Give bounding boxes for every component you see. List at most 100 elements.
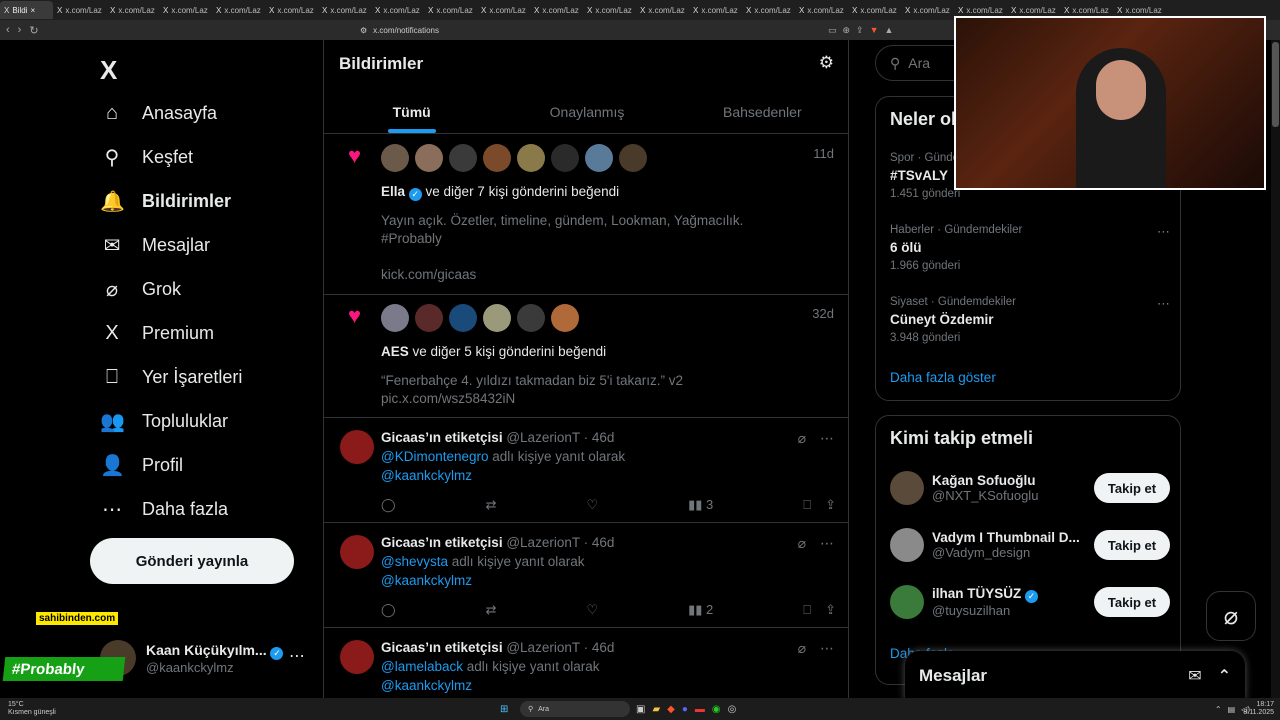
share-icon[interactable]: ⇪: [856, 25, 864, 36]
sidebar-item-yer-i-şaretleri[interactable]: ⎕ Yer İşaretleri: [100, 359, 242, 395]
zoom-icon[interactable]: ⊕: [843, 25, 851, 36]
sidebar-item-profil[interactable]: 👤 Profil: [100, 447, 183, 483]
sidebar-item-bildirimler[interactable]: 🔔 Bildirimler: [100, 183, 231, 219]
expand-icon[interactable]: ⌃: [1218, 666, 1231, 686]
task-view-icon[interactable]: ▣: [636, 704, 645, 715]
grok-icon[interactable]: ⌀: [798, 430, 806, 447]
sidebar-item-grok[interactable]: ⌀ Grok: [100, 271, 181, 307]
avatar[interactable]: [483, 144, 511, 172]
browser-tab[interactable]: Xx.com/Laz: [848, 1, 901, 19]
weather-widget[interactable]: 15°C Kısmen güneşli: [8, 701, 56, 717]
discord-icon[interactable]: ●: [682, 704, 688, 715]
scrollbar-thumb[interactable]: [1272, 42, 1279, 127]
obs-icon[interactable]: ◎: [728, 704, 737, 715]
sidebar-item-topluluklar[interactable]: 👥 Topluluklar: [100, 403, 228, 439]
more-icon[interactable]: ⋯: [820, 640, 834, 657]
browser-tab[interactable]: Xx.com/Laz: [795, 1, 848, 19]
avatar[interactable]: [340, 535, 374, 569]
retweet-icon[interactable]: ⇄: [486, 602, 497, 618]
avatar[interactable]: [890, 528, 924, 562]
browser-tab[interactable]: Xx.com/Laz: [159, 1, 212, 19]
more-icon[interactable]: ⋯: [1157, 224, 1170, 240]
browser-tab[interactable]: Xx.com/Laz: [265, 1, 318, 19]
reply-notification[interactable]: Gicaas’ın etiketçisi @LazerionT · 46d ⌀ ⋯ @…: [324, 418, 848, 523]
grok-fab-icon[interactable]: ⌀: [1206, 591, 1256, 641]
settings-gear-icon[interactable]: ⚙: [819, 53, 834, 73]
page-scrollbar[interactable]: [1271, 40, 1280, 698]
tab-1[interactable]: Onaylanmış: [499, 90, 674, 133]
views[interactable]: ▮▮ 2: [688, 602, 713, 618]
like-icon[interactable]: ♡: [586, 497, 598, 513]
liker-name[interactable]: AES: [381, 344, 409, 359]
sidebar-item-mesajlar[interactable]: ✉ Mesajlar: [100, 227, 210, 263]
avatar[interactable]: [551, 144, 579, 172]
browser-tab[interactable]: Xx.com/Laz: [477, 1, 530, 19]
browser-tab[interactable]: Xx.com/Laz: [424, 1, 477, 19]
more-icon[interactable]: ⋯: [820, 535, 834, 552]
browser-tab[interactable]: Xx.com/Laz: [530, 1, 583, 19]
bookmark-icon[interactable]: ⎕: [803, 497, 811, 513]
reply-notification[interactable]: Gicaas’ın etiketçisi @LazerionT · 46d ⌀ ⋯ @…: [324, 523, 848, 628]
taskbar-search[interactable]: ⚲ Ara: [520, 701, 630, 717]
sidebar-item-premium[interactable]: X Premium: [100, 315, 214, 351]
browser-tab[interactable]: Xx.com/Laz: [742, 1, 795, 19]
avatar[interactable]: [517, 144, 545, 172]
like-notification[interactable]: ♥ 11d Ella ✓ ve diğer 7 kişi gönderini beğ…: [324, 135, 848, 295]
more-icon[interactable]: ⋯: [289, 646, 305, 666]
app-icon[interactable]: ▬: [695, 704, 705, 715]
post-button[interactable]: Gönderi yayınla: [90, 538, 294, 584]
avatar[interactable]: [517, 304, 545, 332]
mention-link[interactable]: @kaankckylmz: [381, 468, 472, 483]
new-message-icon[interactable]: ✉: [1188, 666, 1201, 686]
chat-app-icon[interactable]: ◉: [712, 704, 721, 715]
avatar[interactable]: [415, 144, 443, 172]
mention-link[interactable]: @kaankckylmz: [381, 678, 472, 693]
like-notification[interactable]: ♥ 32d AES ve diğer 5 kişi gönderini beğend…: [324, 295, 848, 418]
follow-button[interactable]: Takip et: [1094, 473, 1170, 503]
windows-start-icon[interactable]: ⊞: [500, 704, 508, 715]
tab-0[interactable]: Tümü: [324, 90, 499, 133]
trend-item[interactable]: Siyaset · Gündemdekiler Cüneyt Özdemir 3.9…: [890, 296, 1170, 344]
browser-tab[interactable]: Xx.com/Laz: [636, 1, 689, 19]
x-logo[interactable]: X: [100, 55, 117, 86]
follow-suggestion[interactable]: Kağan Sofuoğlu @NXT_KSofuoglu Takip et: [890, 468, 1170, 508]
browser-tab[interactable]: Xx.com/Laz: [583, 1, 636, 19]
mention-link[interactable]: @kaankckylmz: [381, 573, 472, 588]
browser-tab[interactable]: Xx.com/Laz: [106, 1, 159, 19]
avatar[interactable]: [890, 471, 924, 505]
reply-icon[interactable]: ◯: [381, 602, 396, 618]
share-icon[interactable]: ⇪: [825, 497, 836, 513]
sidebar-item-daha-fazla[interactable]: ⋯ Daha fazla: [100, 491, 228, 527]
avatar[interactable]: [415, 304, 443, 332]
follow-suggestion[interactable]: ilhan TÜYSÜZ ✓ @tuysuzilhan Takip et: [890, 582, 1170, 622]
browser-tab[interactable]: Xx.com/Laz: [318, 1, 371, 19]
show-more-link[interactable]: Daha fazla göster: [890, 370, 996, 385]
mention-link[interactable]: @shevysta: [381, 554, 448, 569]
mention-link[interactable]: @KDimontenegro: [381, 449, 489, 464]
avatar[interactable]: [340, 640, 374, 674]
tray-chevron-icon[interactable]: ⌃: [1215, 705, 1222, 714]
avatar[interactable]: [449, 144, 477, 172]
reply-icon[interactable]: ◯: [381, 497, 396, 513]
author-name[interactable]: Gicaas’ın etiketçisi: [381, 430, 503, 445]
reader-icon[interactable]: ▭: [828, 25, 837, 36]
browser-tab[interactable]: Xx.com/Laz: [53, 1, 106, 19]
like-icon[interactable]: ♡: [586, 602, 598, 618]
reload-icon[interactable]: ↻: [29, 24, 38, 37]
avatar[interactable]: [483, 304, 511, 332]
sidebar-item-anasayfa[interactable]: ⌂ Anasayfa: [100, 95, 217, 131]
sidebar-item-keşfet[interactable]: ⚲ Keşfet: [100, 139, 193, 175]
author-name[interactable]: Gicaas’ın etiketçisi: [381, 535, 503, 550]
grok-icon[interactable]: ⌀: [798, 535, 806, 552]
messages-drawer[interactable]: Mesajlar ✉ ⌃: [905, 651, 1245, 701]
browser-tab[interactable]: Xx.com/Laz: [212, 1, 265, 19]
browser-tab[interactable]: Xx.com/Laz: [371, 1, 424, 19]
clock[interactable]: 18:17 8.11.2025: [1243, 701, 1274, 717]
author-name[interactable]: Gicaas’ın etiketçisi: [381, 640, 503, 655]
grok-icon[interactable]: ⌀: [798, 640, 806, 657]
avatar[interactable]: [619, 144, 647, 172]
follow-button[interactable]: Takip et: [1094, 530, 1170, 560]
avatar[interactable]: [381, 304, 409, 332]
browser-tab[interactable]: Xx.com/Laz: [901, 1, 954, 19]
url-field[interactable]: ⚙ x.com/notifications: [360, 26, 439, 35]
